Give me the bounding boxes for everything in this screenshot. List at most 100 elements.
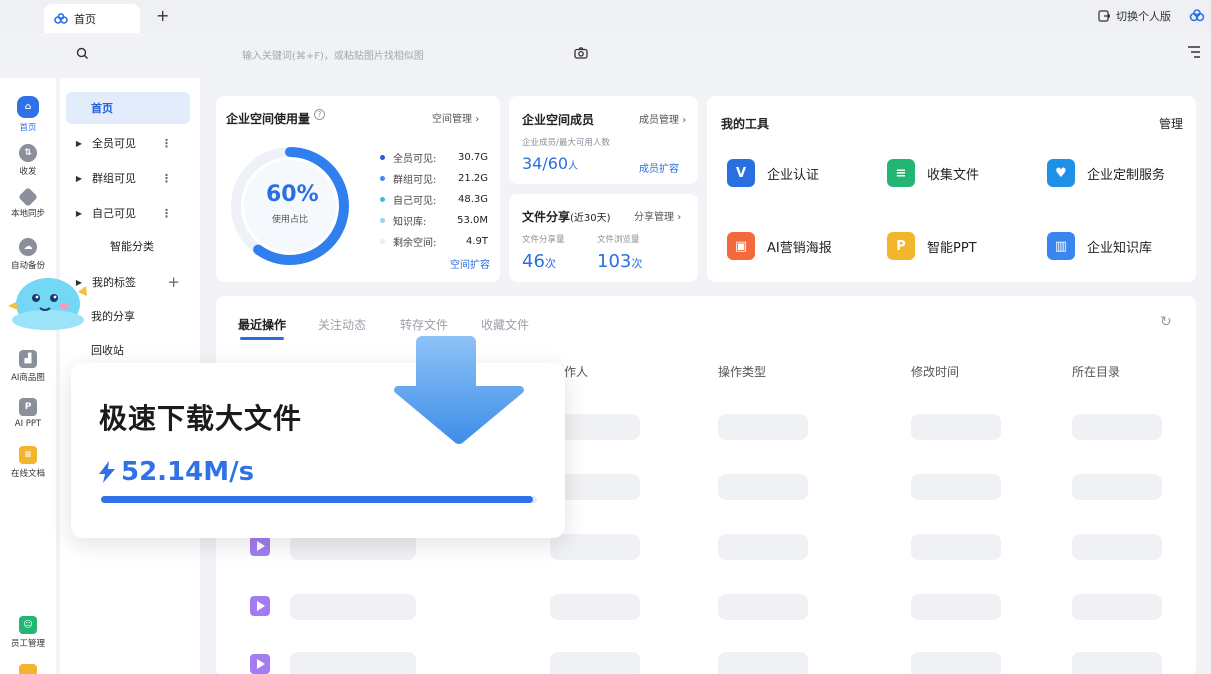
rail-home-label: 首页 xyxy=(19,123,37,133)
column-header[interactable]: 作人 xyxy=(564,363,588,380)
switch-personal-button[interactable]: 切换个人版 xyxy=(1098,8,1171,24)
download-progress-bar xyxy=(101,496,537,503)
space-expand-link[interactable]: 空间扩容 xyxy=(450,256,490,271)
file-name-placeholder xyxy=(290,652,416,674)
legend-label: 剩余空间: xyxy=(393,237,437,249)
video-file-icon xyxy=(250,536,270,556)
tool-label: 企业知识库 xyxy=(1087,240,1153,256)
legend-label: 知识库: xyxy=(393,216,427,228)
nav-smart-category[interactable]: 智能分类 xyxy=(66,230,190,262)
column-header[interactable]: 所在目录 xyxy=(1072,363,1120,380)
expand-arrow-icon[interactable]: ▶ xyxy=(66,209,92,218)
tool-item[interactable]: ▣ AI营销海报 xyxy=(727,232,832,260)
usage-legend-item: 知识库: 53.0M xyxy=(380,212,488,228)
tool-label: 智能PPT xyxy=(927,240,977,256)
cell-placeholder xyxy=(550,652,640,674)
tool-item[interactable]: ▥ 企业知识库 xyxy=(1047,232,1152,260)
tool-label: 企业认证 xyxy=(767,167,820,183)
account-logo-icon[interactable] xyxy=(1189,8,1205,24)
active-tab-indicator xyxy=(240,337,284,340)
more-icon[interactable]: ⋮ xyxy=(161,207,172,220)
cell-placeholder xyxy=(718,534,808,560)
tool-icon: P xyxy=(887,232,915,260)
tool-label: 收集文件 xyxy=(927,167,980,183)
usage-legend-item: 自己可见: 48.3G xyxy=(380,191,488,207)
search-bar[interactable]: 输入关键词(⌘+F)，或粘贴图片找相似图 xyxy=(68,41,596,67)
switch-personal-label: 切换个人版 xyxy=(1116,10,1171,23)
legend-dot xyxy=(380,217,385,223)
space-manage-link[interactable]: 空间管理 › xyxy=(432,110,479,125)
add-tag-icon[interactable]: + xyxy=(167,273,180,291)
video-file-icon xyxy=(250,596,270,616)
cell-placeholder xyxy=(718,652,808,674)
tool-item[interactable]: P 智能PPT xyxy=(887,232,977,260)
rail-ai-ppt-label: AI PPT xyxy=(14,419,42,429)
cell-placeholder xyxy=(911,534,1001,560)
cell-placeholder xyxy=(1072,534,1162,560)
nav-home[interactable]: 首页 xyxy=(66,92,190,124)
menu-icon[interactable] xyxy=(1187,46,1201,58)
rail-home[interactable]: ⌂ 首页 xyxy=(0,96,56,133)
expand-arrow-icon[interactable]: ▶ xyxy=(66,139,92,148)
cell-placeholder xyxy=(550,594,640,620)
table-row[interactable] xyxy=(216,580,1196,640)
new-tab-icon[interactable]: + xyxy=(156,6,169,25)
legend-label: 全员可见: xyxy=(393,153,437,165)
ppt-icon: P xyxy=(19,398,37,416)
sync-icon xyxy=(18,187,38,207)
refresh-icon[interactable]: ↻ xyxy=(1160,314,1172,330)
usage-title: 企业空间使用量 xyxy=(226,112,311,126)
rail-staff[interactable]: ☺ 员工管理 xyxy=(0,616,56,649)
rail-backup[interactable]: ☁ 自动备份 xyxy=(0,238,56,271)
usage-percent-label: 使用占比 xyxy=(271,215,308,225)
member-manage-link[interactable]: 成员管理 › xyxy=(639,111,686,126)
recent-tab[interactable]: 关注动态 xyxy=(318,316,366,333)
view-count-label: 文件浏览量 xyxy=(597,235,640,245)
recent-tab[interactable]: 转存文件 xyxy=(400,316,448,333)
view-count: 103次 xyxy=(597,251,642,272)
table-row[interactable] xyxy=(216,638,1196,674)
expand-arrow-icon[interactable]: ▶ xyxy=(66,174,92,183)
download-speed: 52.14M/s xyxy=(99,457,254,487)
tool-item[interactable]: ≡ 收集文件 xyxy=(887,159,979,187)
rail-more[interactable] xyxy=(0,664,56,674)
nav-all-visible[interactable]: ▶ 全员可见 ⋮ xyxy=(66,127,190,159)
tools-manage-button[interactable]: 管理 xyxy=(1159,115,1183,132)
rail-ai-ppt[interactable]: P AI PPT xyxy=(0,398,56,429)
rail-ai-product[interactable]: ▟ AI商品图 xyxy=(0,350,56,383)
more-icon[interactable]: ⋮ xyxy=(161,172,172,185)
tool-item[interactable]: V 企业认证 xyxy=(727,159,819,187)
download-title: 极速下载大文件 xyxy=(99,402,303,435)
rail-online-docs[interactable]: ≡ 在线文档 xyxy=(0,446,56,479)
help-icon[interactable]: ? xyxy=(314,109,325,120)
tool-icon: ▣ xyxy=(727,232,755,260)
rail-inbox[interactable]: ⇅ 收发 xyxy=(0,144,56,177)
tool-item[interactable]: ♥ 企业定制服务 xyxy=(1047,159,1165,187)
cell-placeholder xyxy=(550,534,640,560)
rail-sync[interactable]: 本地同步 xyxy=(0,187,56,219)
tools-title: 我的工具 xyxy=(721,117,770,131)
tab-home[interactable]: 首页 xyxy=(44,4,140,33)
more-icon[interactable]: ⋮ xyxy=(161,137,172,150)
recent-tab[interactable]: 收藏文件 xyxy=(481,316,529,333)
camera-icon[interactable] xyxy=(574,47,588,59)
legend-value: 21.2G xyxy=(457,172,488,184)
members-count-value: 34/60 xyxy=(522,154,569,173)
members-subtitle: 企业成员/最大可用人数 xyxy=(522,138,610,148)
member-expand-link[interactable]: 成员扩容 xyxy=(639,160,679,175)
nav-self-visible[interactable]: ▶ 自己可见 ⋮ xyxy=(66,197,190,229)
search-input[interactable]: 输入关键词(⌘+F)，或粘贴图片找相似图 xyxy=(242,47,424,62)
column-header[interactable]: 操作类型 xyxy=(718,363,766,380)
share-count-label: 文件分享量 xyxy=(522,235,565,245)
nav-group-visible[interactable]: ▶ 群组可见 ⋮ xyxy=(66,162,190,194)
nav-group-visible-label: 群组可见 xyxy=(92,172,136,185)
rail-sync-label: 本地同步 xyxy=(10,209,45,219)
folder-icon xyxy=(19,664,37,674)
rail-inbox-label: 收发 xyxy=(19,167,37,177)
recent-tab[interactable]: 最近操作 xyxy=(238,316,286,333)
share-manage-link[interactable]: 分享管理 › xyxy=(634,208,681,223)
tools-card: 我的工具 管理 V 企业认证 ≡ 收集文件 ♥ 企业定制服务 ▣ AI营销海报 P 智能PPT ▥ 企… xyxy=(707,96,1196,282)
legend-dot xyxy=(380,196,385,202)
column-header[interactable]: 修改时间 xyxy=(911,363,959,380)
nav-recycle[interactable]: 回收站 xyxy=(66,334,190,366)
